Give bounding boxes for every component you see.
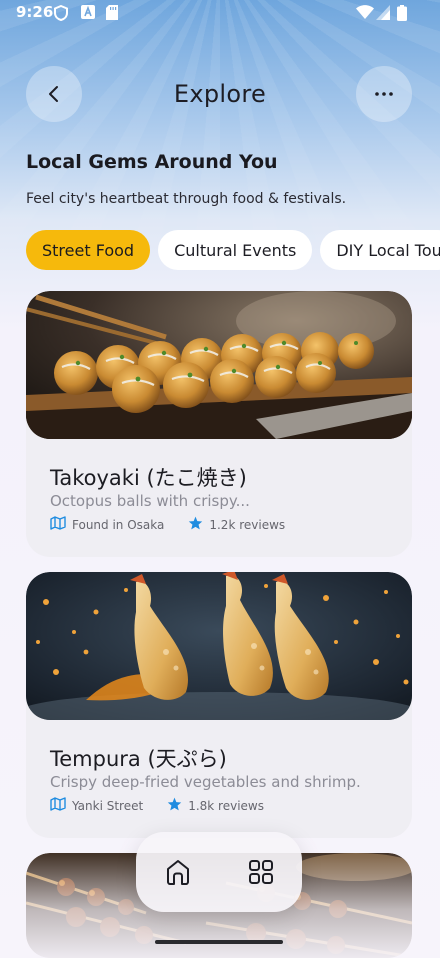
section-headline: Local Gems Around You: [26, 151, 278, 173]
food-name: Tempura (天ぷら): [50, 747, 227, 771]
tempura-photo: [26, 572, 412, 720]
star-icon: [188, 516, 203, 533]
bottom-navigation: [136, 832, 302, 912]
food-meta: Found in Osaka 1.2k reviews: [50, 516, 291, 533]
battery-icon: [397, 5, 407, 21]
nav-home-button[interactable]: [158, 852, 198, 892]
food-reviews: 1.2k reviews: [209, 517, 286, 532]
sd-card-icon: [106, 5, 118, 20]
more-icon: [375, 92, 393, 96]
star-icon: [167, 797, 182, 814]
grid-icon: [248, 860, 273, 884]
food-location: Found in Osaka: [72, 517, 165, 532]
takoyaki-photo: [26, 291, 412, 439]
status-bar: 9:26: [0, 0, 440, 26]
a-box-icon: [81, 5, 95, 19]
food-description: Octopus balls with crispy...: [50, 492, 250, 510]
section-subline: Feel city's heartbeat through food & fes…: [26, 191, 347, 207]
chip-street-food[interactable]: Street Food: [26, 230, 151, 270]
shield-icon: [54, 5, 68, 21]
chip-cultural-events[interactable]: Cultural Events: [158, 230, 313, 270]
home-indicator[interactable]: [155, 940, 283, 944]
cell-signal-icon: [376, 5, 390, 20]
map-icon: [50, 516, 66, 533]
food-meta: Yanki Street 1.8k reviews: [50, 797, 270, 814]
map-icon: [50, 797, 66, 814]
food-card-tempura[interactable]: Tempura (天ぷら) Crispy deep-fried vegetabl…: [26, 572, 412, 838]
food-name: Takoyaki (たこ焼き): [50, 466, 247, 490]
more-button[interactable]: [356, 66, 412, 122]
food-location: Yanki Street: [72, 798, 144, 813]
category-chips: Street Food Cultural Events DIY Local To…: [26, 230, 440, 270]
food-reviews: 1.8k reviews: [188, 798, 264, 813]
wifi-icon: [356, 5, 374, 19]
food-description: Crispy deep-fried vegetables and shrimp.: [50, 773, 361, 791]
home-icon: [166, 860, 189, 885]
food-card-takoyaki[interactable]: Takoyaki (たこ焼き) Octopus balls with crisp…: [26, 291, 412, 557]
nav-grid-button[interactable]: [241, 852, 281, 892]
status-time: 9:26: [16, 3, 54, 21]
chip-diy-local-tours[interactable]: DIY Local Tou: [320, 230, 440, 270]
